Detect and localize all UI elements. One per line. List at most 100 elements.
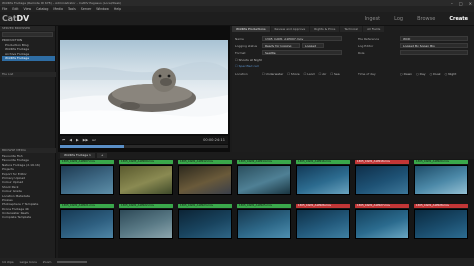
step-back-icon[interactable]: ◀: [69, 138, 72, 142]
location-option[interactable]: ☐ Underwater: [262, 72, 283, 76]
clip-card[interactable]: 1305_CAM3_A1P009.mov: [119, 160, 173, 195]
menu-file[interactable]: File: [2, 7, 7, 11]
catdv-logo: CatDV: [2, 14, 29, 23]
time-of-day-options: ○ Dawn ○ Day ○ Dusk ○ Night: [400, 72, 456, 76]
specified-cell-link[interactable]: ☐ Specified cell: [235, 64, 259, 68]
mode-create[interactable]: Create: [449, 16, 468, 22]
logging-status-select[interactable]: Ready for logging: [262, 43, 300, 48]
mode-log[interactable]: Log: [394, 16, 403, 22]
time-of-day-option[interactable]: ○ Night: [445, 72, 457, 76]
properties-tab[interactable]: Wildlife Productions: [232, 26, 270, 32]
close-icon[interactable]: ✕: [469, 1, 472, 6]
maximize-icon[interactable]: □: [459, 1, 463, 6]
clip-thumbnail[interactable]: [414, 165, 468, 195]
location-option[interactable]: ☐ Air: [319, 72, 327, 76]
view-mode-select[interactable]: Large Icons: [20, 260, 37, 264]
file-reference-field[interactable]: WCD: [400, 36, 468, 41]
go-to-end-icon[interactable]: ⏭: [92, 138, 95, 142]
clip-thumbnail[interactable]: [178, 209, 232, 239]
clip-card[interactable]: 1305_CAM1_A1P028.mov: [414, 204, 468, 239]
tree-item[interactable]: Wildlife Footage: [2, 56, 55, 61]
clip-card[interactable]: 1305_CAM1_A1P007.mov: [60, 160, 114, 195]
location-option[interactable]: ☐ Sea: [330, 72, 339, 76]
clip-thumbnail[interactable]: [296, 209, 350, 239]
video-frame[interactable]: [60, 40, 228, 134]
catalog-tree: PRODUCTION Production Blog Wildlife Footag…: [0, 38, 55, 61]
clip-tabs: Wildlife Footage 1 +: [58, 152, 474, 159]
clip-card[interactable]: 1305_CAM2_A1P014.mov: [237, 160, 291, 195]
clip-thumbnail[interactable]: [355, 209, 409, 239]
minimize-icon[interactable]: –: [451, 1, 453, 6]
clip-thumbnail[interactable]: [296, 165, 350, 195]
clip-thumbnail[interactable]: [355, 165, 409, 195]
menu-server[interactable]: Server: [81, 7, 91, 11]
properties-tab[interactable]: All Fields: [363, 26, 385, 32]
location-options: ☐ Underwater ☐ Shore ☐ Land ☐ Air ☐ Sea: [262, 72, 340, 76]
clip-thumbnail[interactable]: [178, 165, 232, 195]
menu-help[interactable]: Help: [114, 7, 121, 11]
clip-card[interactable]: 1305_CAM1_A1P018.mov: [355, 160, 409, 195]
time-of-day-option[interactable]: ○ Dusk: [430, 72, 441, 76]
tab-wildlife-footage[interactable]: Wildlife Footage 1: [60, 153, 95, 158]
clip-thumbnail[interactable]: [60, 165, 114, 195]
timecode: 00:00:24:11: [203, 138, 225, 142]
clip-thumbnail[interactable]: [60, 209, 114, 239]
clip-grid: 1305_CAM1_A1P007.mov 1305_CAM3_A1P009.mov…: [60, 160, 472, 256]
clip-card[interactable]: 1305_CAM1_A1P012.mov: [178, 160, 232, 195]
menu-tools[interactable]: Tools: [68, 7, 76, 11]
clip-card[interactable]: 1305_CAM1_A1P021.mov: [60, 204, 114, 239]
menu-media[interactable]: Media: [53, 7, 63, 11]
clip-thumbnail[interactable]: [119, 165, 173, 195]
clip-name: 1305_CAM1_A1P022.mov: [119, 204, 173, 208]
clip-thumbnail[interactable]: [237, 209, 291, 239]
location-option[interactable]: ☐ Land: [304, 72, 315, 76]
add-tab-button[interactable]: +: [96, 153, 108, 158]
playback-controls: ⏮ ◀ ▶ ▶▶ ⏭ 00:00:24:11: [60, 136, 228, 144]
mode-ingest[interactable]: Ingest: [365, 16, 380, 22]
scrub-bar[interactable]: [60, 145, 228, 148]
menu-view[interactable]: View: [24, 7, 32, 11]
logging-status-label: Logging status: [235, 44, 258, 48]
zoom-slider[interactable]: [57, 261, 88, 263]
clip-card[interactable]: 1305_CAM1_A1P025.mov: [237, 204, 291, 239]
properties-tab[interactable]: Review and Approve: [270, 26, 310, 32]
go-to-start-icon[interactable]: ⏮: [62, 138, 65, 142]
clip-card[interactable]: 1305_CAM1_A1P027.mov: [355, 204, 409, 239]
file-list-header: File List: [0, 72, 56, 77]
saved-search-item[interactable]: Complete Template: [2, 215, 54, 219]
clip-name: 1305_CAM1_A1P028.mov: [414, 204, 468, 208]
role-field[interactable]: [400, 50, 468, 55]
clip-name: 1305_CAM3_A1P009.mov: [119, 160, 173, 164]
menu-edit[interactable]: Edit: [12, 7, 18, 11]
clip-card[interactable]: 1305_CAM1_A1P016.mov: [296, 160, 350, 195]
clip-card[interactable]: 1305_CAM1_A1P022.mov: [119, 204, 173, 239]
clip-thumbnail[interactable]: [237, 165, 291, 195]
time-of-day-option[interactable]: ○ Dawn: [400, 72, 412, 76]
clip-card[interactable]: 1305_CAM1_A1P023.mov: [178, 204, 232, 239]
play-icon[interactable]: ▶: [76, 138, 79, 142]
log-editor-field[interactable]: Logged By Sopan Bio: [400, 43, 468, 48]
clip-name: 1305_CAM1_A1P023.mov: [178, 204, 232, 208]
search-input[interactable]: [2, 32, 53, 37]
name-field[interactable]: 1305_CAM1_A1P007.mov: [262, 36, 342, 41]
format-field[interactable]: Seattle: [262, 50, 342, 55]
shoots-at-night-checkbox[interactable]: ☐ Shoots at Night: [235, 58, 262, 62]
shoots-at-night-label: Shoots at Night: [238, 58, 262, 62]
menu-window[interactable]: Window: [96, 7, 109, 11]
location-option[interactable]: ☐ Shore: [287, 72, 299, 76]
properties-tab[interactable]: Rights & Price: [310, 26, 340, 32]
clip-name: 1305_CAM1_A1P020.mov: [414, 160, 468, 164]
menu-catalog[interactable]: Catalog: [36, 7, 48, 11]
clip-thumbnail[interactable]: [119, 209, 173, 239]
properties-tab[interactable]: Technical: [340, 26, 363, 32]
clip-thumbnail[interactable]: [414, 209, 468, 239]
logo-suffix: DV: [16, 14, 30, 23]
fast-forward-icon[interactable]: ▶▶: [83, 138, 89, 142]
clip-card[interactable]: 1305_CAM1_A1P020.mov: [414, 160, 468, 195]
clip-card[interactable]: 1305_CAM1_A1P026.mov: [296, 204, 350, 239]
logged-checkbox[interactable]: Logged: [302, 43, 324, 48]
scrub-progress: [60, 145, 124, 148]
format-label: Format: [235, 51, 246, 55]
time-of-day-option[interactable]: ○ Day: [416, 72, 426, 76]
mode-browse[interactable]: Browse: [417, 16, 435, 22]
